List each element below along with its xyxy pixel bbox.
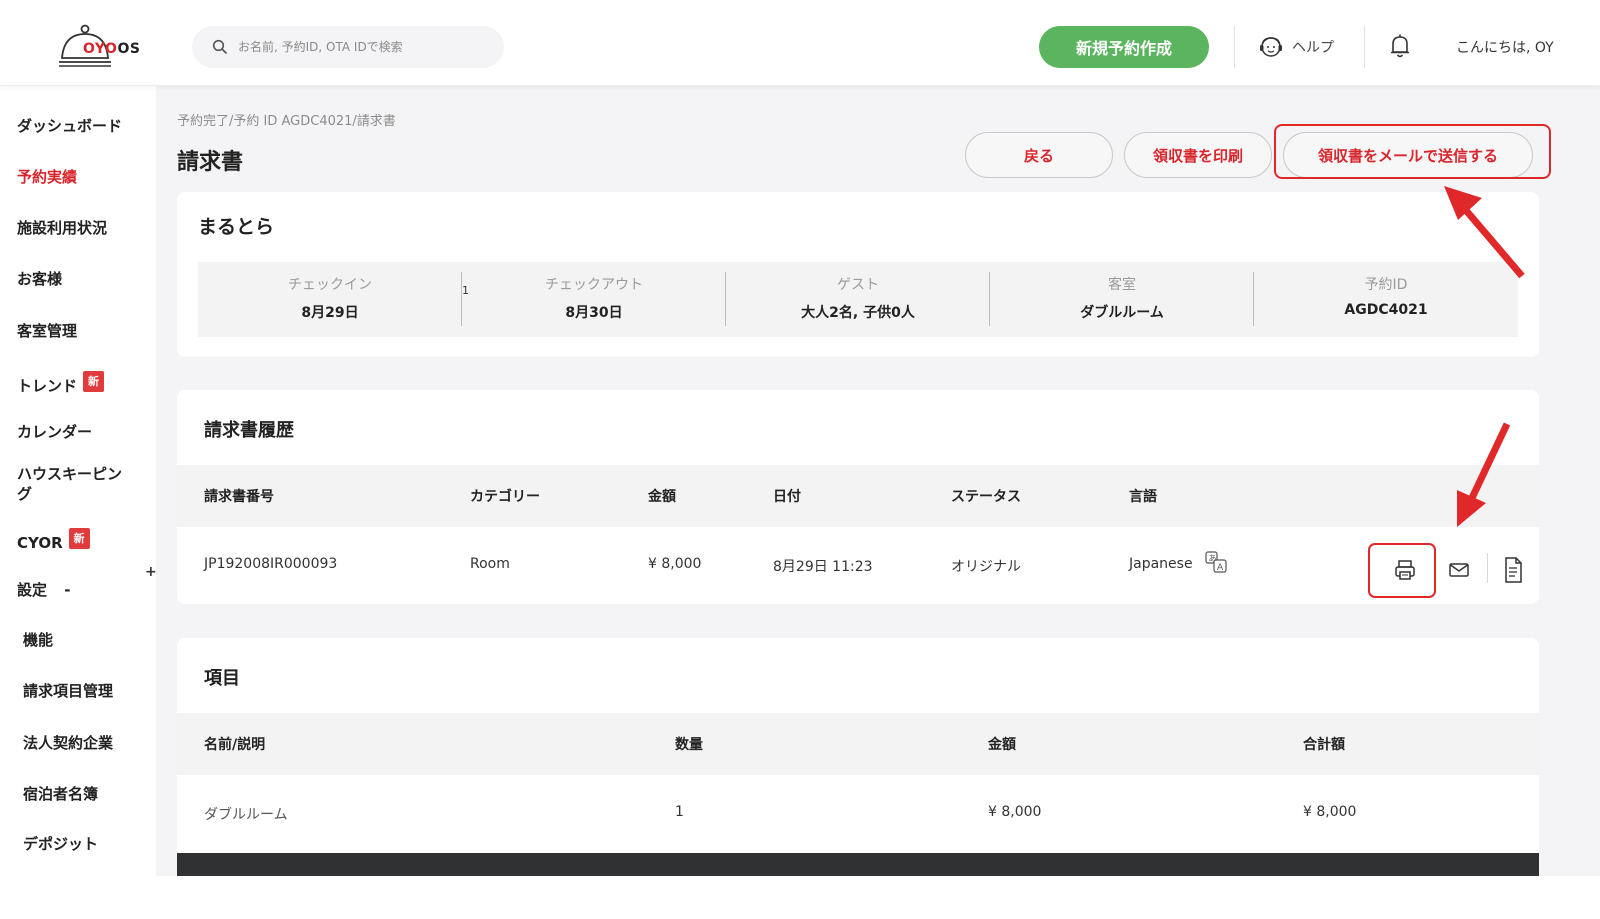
main-content: 予約完了/予約 ID AGDC4021/請求書 請求書 戻る 領収書を印刷 領収…	[156, 86, 1600, 876]
col-category: カテゴリー	[470, 489, 540, 505]
booking-info-bar: チェックイン 8月29日 1 チェックアウト 8月30日 ゲスト 大人2名, 子…	[198, 262, 1518, 337]
checkin-label: チェックイン	[288, 277, 372, 293]
room-value: ダブルルーム	[1080, 305, 1164, 321]
help-link[interactable]: ヘルプ	[1258, 34, 1334, 60]
invoice-date: 8月29日 11:23	[773, 559, 873, 575]
sidebar-item-features[interactable]: 機能	[23, 630, 53, 650]
sidebar-item-trends[interactable]: トレンド新	[17, 371, 105, 396]
col-invoice-number: 請求書番号	[204, 489, 274, 505]
mail-icon[interactable]	[1447, 558, 1471, 582]
guests-value: 大人2名, 子供0人	[801, 305, 915, 321]
sidebar-item-label: CYOR	[17, 534, 63, 552]
sidebar-item-deposit[interactable]: デポジット	[23, 834, 98, 854]
sidebar-item-cyor[interactable]: CYOR 新	[17, 528, 90, 553]
checkin-value: 8月29日	[301, 305, 359, 321]
svg-text:A: A	[1217, 563, 1224, 573]
header-divider	[1364, 26, 1365, 68]
invoice-history-card: 請求書履歴 請求書番号 カテゴリー 金額 日付 ステータス 言語 JP19200…	[177, 390, 1539, 604]
item-name: ダブルルーム	[204, 807, 288, 823]
invoice-status: オリジナル	[951, 559, 1021, 575]
col-date: 日付	[773, 489, 801, 505]
sidebar-item-dashboard[interactable]: ダッシュボード	[17, 116, 122, 136]
sidebar-item-settings[interactable]: 設定 -	[17, 580, 70, 600]
guests-label: ゲスト	[837, 277, 879, 293]
invoice-history-title: 請求書履歴	[204, 420, 294, 441]
sidebar-item-guests[interactable]: お客様	[17, 269, 62, 289]
invoice-table-header: 請求書番号 カテゴリー 金額 日付 ステータス 言語	[177, 465, 1539, 527]
new-badge: 新	[83, 371, 105, 392]
sidebar-item-bookings[interactable]: 予約実績	[17, 167, 77, 187]
sidebar: ダッシュボード 予約実績 施設利用状況 お客様 客室管理 トレンド新 カレンダー…	[0, 86, 157, 876]
logo-text: OYOOS	[83, 41, 141, 57]
print-icon-highlight	[1368, 543, 1436, 598]
hotel-name: まるとら	[198, 216, 275, 238]
dark-footer-bar	[177, 853, 1539, 876]
bell-icon[interactable]	[1388, 33, 1412, 59]
col-amount: 金額	[648, 489, 676, 505]
breadcrumb[interactable]: 予約完了/予約 ID AGDC4021/請求書	[177, 110, 396, 129]
new-booking-button[interactable]: 新規予約作成	[1039, 26, 1209, 68]
col-status: ステータス	[951, 489, 1021, 505]
search-bar[interactable]: お名前, 予約ID, OTA IDで検索	[192, 26, 504, 68]
col-quantity: 数量	[675, 737, 703, 753]
booking-id-label: 予約ID	[1364, 277, 1408, 293]
document-icon[interactable]	[1501, 556, 1525, 584]
sidebar-item-housekeeping[interactable]: ハウスキーピン グ	[17, 464, 122, 504]
email-button-highlight	[1274, 124, 1551, 179]
booking-id-value: AGDC4021	[1344, 302, 1428, 318]
sidebar-item-calendar[interactable]: カレンダー	[17, 422, 92, 442]
room-label: 客室	[1108, 277, 1136, 293]
translate-icon[interactable]: あ A	[1205, 551, 1227, 573]
expand-housekeeping-toggle[interactable]: +	[145, 564, 157, 580]
booking-summary-card: まるとら チェックイン 8月29日 1 チェックアウト 8月30日 ゲスト 大人…	[177, 192, 1539, 357]
sidebar-item-label: トレンド	[17, 377, 78, 395]
checkout-value: 8月30日	[565, 305, 623, 321]
invoice-language: Japanese	[1129, 556, 1193, 572]
sidebar-item-label: ハウスキーピン	[17, 465, 123, 483]
items-card: 項目 名前/説明 数量 金額 合計額 ダブルルーム 1 ¥ 8,000 ¥ 8,…	[177, 638, 1539, 868]
item-total: ¥ 8,000	[1303, 804, 1357, 820]
page-title: 請求書	[177, 150, 244, 175]
booking-id-field: 予約ID AGDC4021	[1254, 262, 1518, 337]
items-table-header: 名前/説明 数量 金額 合計額	[177, 713, 1539, 775]
col-total: 合計額	[1303, 737, 1345, 753]
checkout-label: チェックアウト	[545, 277, 643, 293]
sidebar-item-billing-items[interactable]: 請求項目管理	[23, 681, 113, 701]
user-greeting[interactable]: こんにちは, OY	[1456, 37, 1600, 57]
collapse-settings-toggle[interactable]: -	[64, 581, 70, 599]
action-divider	[1487, 553, 1488, 583]
sidebar-item-label: 設定	[17, 581, 48, 599]
back-button[interactable]: 戻る	[965, 132, 1113, 178]
top-header: OYOOS お名前, 予約ID, OTA IDで検索 新規予約作成 ヘルプ こん…	[0, 0, 1600, 86]
col-name: 名前/説明	[204, 737, 266, 753]
header-divider	[1234, 26, 1235, 68]
help-label: ヘルプ	[1292, 40, 1334, 56]
item-quantity: 1	[675, 804, 684, 820]
search-icon	[212, 39, 228, 55]
sidebar-item-label-cont: グ	[17, 485, 33, 503]
support-agent-icon	[1260, 37, 1282, 57]
col-item-amount: 金額	[988, 737, 1016, 753]
search-input[interactable]: お名前, 予約ID, OTA IDで検索	[238, 38, 403, 55]
checkout-field: チェックアウト 8月30日	[462, 262, 726, 337]
new-badge: 新	[68, 528, 90, 549]
print-receipt-button[interactable]: 領収書を印刷	[1124, 132, 1272, 178]
invoice-number: JP192008IR000093	[204, 556, 338, 572]
item-amount: ¥ 8,000	[988, 804, 1042, 820]
invoice-amount: ¥ 8,000	[648, 556, 702, 572]
sidebar-item-corporate-clients[interactable]: 法人契約企業	[23, 733, 113, 753]
checkin-field: チェックイン 8月29日	[198, 262, 462, 337]
sidebar-item-occupancy[interactable]: 施設利用状況	[17, 218, 107, 238]
room-field: 客室 ダブルルーム	[990, 262, 1254, 337]
sidebar-item-guest-registry[interactable]: 宿泊者名簿	[23, 784, 98, 804]
guests-field: ゲスト 大人2名, 子供0人	[726, 262, 990, 337]
sidebar-item-rooms[interactable]: 客室管理	[17, 321, 77, 341]
items-title: 項目	[204, 668, 240, 689]
invoice-category: Room	[470, 556, 510, 572]
col-language: 言語	[1129, 489, 1157, 505]
